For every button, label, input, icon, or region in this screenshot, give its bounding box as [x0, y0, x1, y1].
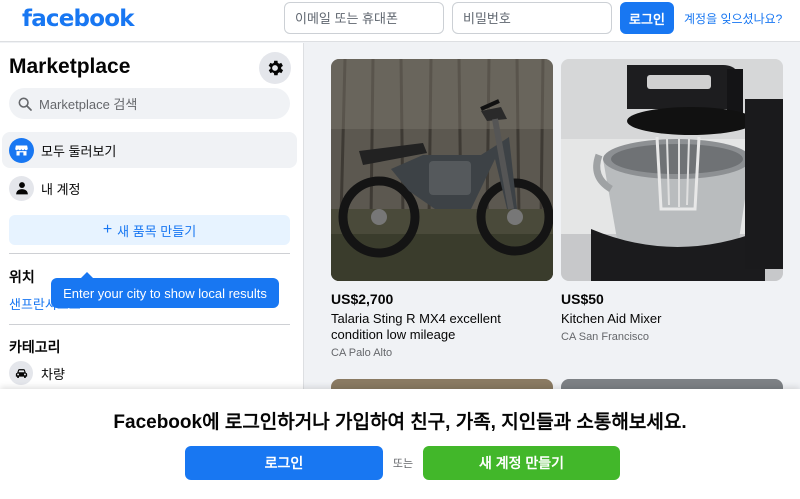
search-placeholder: Marketplace 검색 — [39, 97, 138, 112]
sidebar-divider — [9, 253, 290, 254]
marketplace-search-input[interactable]: Marketplace 검색 — [9, 88, 290, 119]
settings-button[interactable] — [259, 52, 291, 84]
dirt-bike-photo[interactable] — [331, 59, 553, 281]
sidebar-item-label: 내 계정 — [41, 181, 81, 197]
location-tooltip: Enter your city to show local results — [51, 272, 279, 308]
stand-mixer-photo[interactable] — [561, 59, 783, 281]
marketplace-sidebar: Marketplace Marketplace 검색 모두 둘러보기 내 계정 — [0, 43, 304, 389]
listing-title: Kitchen Aid Mixer — [561, 311, 662, 326]
banner-login-button[interactable]: 로그인 — [185, 446, 383, 480]
listing-location: CA San Francisco — [561, 331, 650, 343]
car-icon — [9, 361, 33, 385]
sidebar-item-browse-all[interactable]: 모두 둘러보기 — [2, 132, 297, 168]
forgot-account-link[interactable]: 계정을 잊으셨나요? — [684, 10, 782, 27]
sidebar-divider — [9, 324, 290, 325]
listing-card[interactable]: US$50 Kitchen Aid Mixer CA San Francisco — [561, 59, 783, 343]
search-icon — [18, 97, 32, 111]
sidebar-item-label: 모두 둘러보기 — [41, 143, 117, 159]
create-listing-label: 새 품목 만들기 — [117, 223, 197, 239]
location-heading: 위치 — [9, 269, 35, 285]
storefront-icon — [9, 137, 34, 163]
login-prompt-banner: Facebook에 로그인하거나 가입하여 친구, 가족, 지인들과 소통해보세… — [0, 389, 800, 499]
category-item-vehicles[interactable]: 차량 — [9, 361, 65, 385]
categories-heading: 카테고리 — [9, 339, 61, 355]
listing-card[interactable]: US$2,700 Talaria Sting R MX4 excellent c… — [331, 59, 553, 359]
category-label: 차량 — [41, 366, 65, 382]
login-prompt-message: Facebook에 로그인하거나 가입하여 친구, 가족, 지인들과 소통해보세… — [113, 412, 687, 433]
person-icon — [9, 175, 34, 201]
or-separator: 또는 — [392, 458, 414, 470]
listing-title: Talaria Sting R MX4 excellent condition … — [331, 311, 501, 342]
listing-price: US$50 — [561, 291, 604, 307]
create-account-button[interactable]: 새 계정 만들기 — [423, 446, 620, 480]
page-title: Marketplace — [9, 55, 131, 78]
plus-icon: + — [102, 221, 113, 238]
listing-location: CA Palo Alto — [331, 347, 393, 359]
sidebar-item-my-account[interactable]: 내 계정 — [2, 170, 297, 206]
email-input[interactable] — [284, 2, 444, 34]
create-listing-button[interactable]: + 새 품목 만들기 — [9, 215, 290, 245]
header-login-button[interactable]: 로그인 — [620, 2, 674, 34]
top-bar: facebook 로그인 계정을 잊으셨나요? — [0, 0, 800, 42]
gear-icon — [268, 60, 284, 76]
listing-price: US$2,700 — [331, 291, 394, 307]
password-input[interactable] — [452, 2, 612, 34]
facebook-logo[interactable]: facebook — [22, 6, 135, 32]
